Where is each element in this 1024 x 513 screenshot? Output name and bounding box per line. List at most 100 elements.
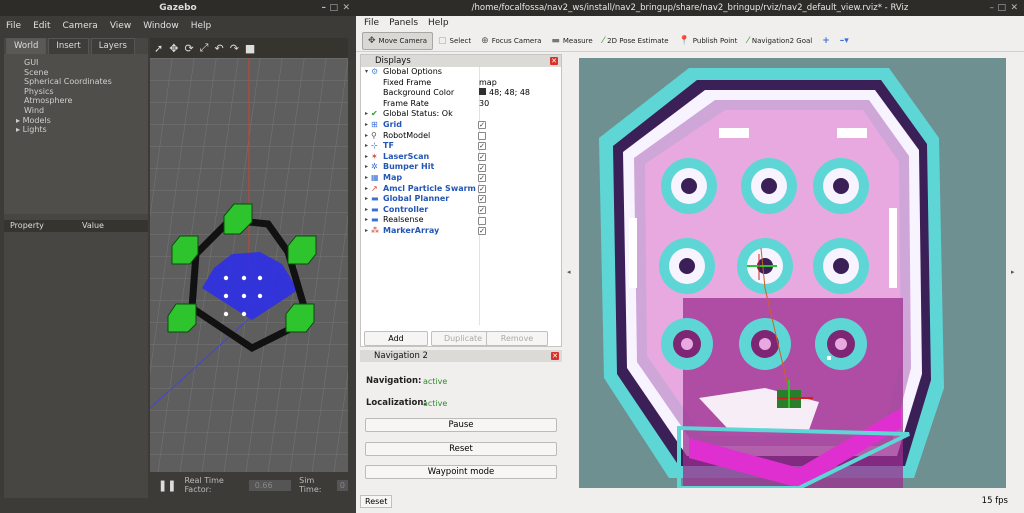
measure-button[interactable]: ▬ Measure [546,32,597,50]
close-icon[interactable]: ✕ [1010,0,1018,16]
remove-tool-button[interactable]: –▾ [835,32,854,50]
close-panel-icon[interactable]: ✕ [550,57,558,65]
expand-arrow-icon[interactable]: ▸ [365,152,368,163]
display-row-bumper-hit[interactable]: ▸ ✲ Bumper Hit ✓ [361,162,561,173]
tree-item-lights[interactable]: ▸ Lights [10,125,148,135]
tree-item-spherical-coordinates[interactable]: Spherical Coordinates [10,77,148,87]
menu-panels[interactable]: Panels [389,16,418,30]
display-checkbox[interactable]: ✓ [478,142,486,151]
fixed-frame-row[interactable]: Fixed Frame map [361,78,561,89]
redo-icon[interactable]: ↷ [230,42,239,55]
minimize-icon[interactable]: – [990,0,995,16]
fixed-frame-value[interactable]: map [479,78,497,89]
background-color-value[interactable]: 48; 48; 48 [479,88,530,99]
menu-camera[interactable]: Camera [63,21,98,31]
rotate-icon[interactable]: ⟳ [184,42,193,55]
collapse-left-icon[interactable]: ◂ [567,268,571,276]
box-shape-icon[interactable]: ■ [245,42,255,55]
minimize-icon[interactable]: – [322,0,327,16]
display-checkbox[interactable]: ✓ [478,195,486,204]
display-checkbox[interactable]: ✓ [478,121,486,130]
tree-item-gui[interactable]: GUI [10,58,148,68]
expand-arrow-icon[interactable]: ▸ [365,226,368,237]
tab-world[interactable]: World [6,38,47,54]
expand-arrow-icon[interactable]: ▸ [365,205,368,216]
frame-rate-value[interactable]: 30 [479,99,489,110]
display-row-map[interactable]: ▸ ▦ Map ✓ [361,173,561,184]
display-row-controller[interactable]: ▸ ▬ Controller ✓ [361,205,561,216]
menu-help[interactable]: Help [191,21,212,31]
expand-arrow-icon[interactable]: ▸ [365,194,368,205]
menu-view[interactable]: View [110,21,131,31]
display-checkbox[interactable]: ✓ [478,184,486,193]
background-color-label: Background Color [383,88,455,98]
pause-button[interactable]: Pause [365,418,557,432]
display-checkbox[interactable]: ✓ [478,227,486,236]
pause-icon[interactable]: ❚❚ [158,479,176,492]
expand-arrow-icon[interactable]: ▸ [365,109,368,120]
display-row-grid[interactable]: ▸ ⊞ Grid ✓ [361,120,561,131]
display-checkbox[interactable] [478,131,486,140]
tree-item-scene[interactable]: Scene [10,68,148,78]
menu-edit[interactable]: Edit [33,21,50,31]
display-row-robotmodel[interactable]: ▸ ⚲ RobotModel [361,131,561,142]
tab-insert[interactable]: Insert [48,38,89,54]
tab-layers[interactable]: Layers [90,38,135,54]
waypoint-mode-button[interactable]: Waypoint mode [365,465,557,479]
display-row-markerarray[interactable]: ▸ ⁂ MarkerArray ✓ [361,226,561,237]
display-row-realsense[interactable]: ▸ ▬ Realsense [361,215,561,226]
publish-point-button[interactable]: 📍 Publish Point [674,32,743,50]
close-icon[interactable]: ✕ [342,0,350,16]
display-checkbox[interactable]: ✓ [478,153,486,162]
menu-help[interactable]: Help [428,16,449,30]
menu-window[interactable]: Window [143,21,179,31]
background-color-row[interactable]: Background Color 48; 48; 48 [361,88,561,99]
expand-arrow-icon[interactable]: ▸ [365,184,368,195]
collapse-right-icon[interactable]: ▸ [1011,268,1015,276]
tree-item-physics[interactable]: Physics [10,87,148,97]
display-checkbox[interactable] [478,216,486,225]
global-status-row[interactable]: ▸ ✔ Global Status: Ok [361,109,561,120]
menu-file[interactable]: File [364,16,379,30]
expand-arrow-icon[interactable]: ▸ [365,141,368,152]
select-arrow-icon[interactable]: ➚ [154,42,163,55]
display-checkbox[interactable]: ✓ [478,163,486,172]
pose-estimate-button[interactable]: ⁄ 2D Pose Estimate [598,32,674,50]
rviz-3d-view[interactable] [579,58,1006,488]
scale-icon[interactable]: ⤢ [200,41,209,55]
collapse-arrow-icon[interactable]: ▾ [365,67,368,78]
display-row-global-planner[interactable]: ▸ ▬ Global Planner ✓ [361,194,561,205]
display-label: Grid [383,120,402,129]
tree-item-models[interactable]: ▸ Models [10,116,148,126]
display-checkbox[interactable]: ✓ [478,174,486,183]
reset-button[interactable]: Reset [360,495,393,508]
menu-file[interactable]: File [6,21,21,31]
focus-camera-button[interactable]: ⊕ Focus Camera [476,32,546,50]
expand-arrow-icon[interactable]: ▸ [365,173,368,184]
gazebo-3d-viewport[interactable]: ➚ ✥ ⟳ ⤢ ↶ ↷ ■ [150,38,348,498]
maximize-icon[interactable]: □ [329,0,338,16]
add-button[interactable]: Add [364,331,428,346]
tree-item-wind[interactable]: Wind [10,106,148,116]
nav-goal-button[interactable]: ⁄ Navigation2 Goal [742,32,817,50]
display-checkbox[interactable]: ✓ [478,206,486,215]
expand-arrow-icon[interactable]: ▸ [365,120,368,131]
expand-arrow-icon[interactable]: ▸ [365,215,368,226]
reset-nav-button[interactable]: Reset [365,442,557,456]
remove-button[interactable]: Remove [486,331,548,346]
display-row-laserscan[interactable]: ▸ ✶ LaserScan ✓ [361,152,561,163]
display-row-amcl-particle-swarm[interactable]: ▸ ↗ Amcl Particle Swarm ✓ [361,184,561,195]
tree-item-atmosphere[interactable]: Atmosphere [10,96,148,106]
frame-rate-row[interactable]: Frame Rate 30 [361,99,561,110]
close-panel-icon[interactable]: ✕ [551,352,559,360]
expand-arrow-icon[interactable]: ▸ [365,131,368,142]
undo-icon[interactable]: ↶ [214,42,223,55]
expand-arrow-icon[interactable]: ▸ [365,162,368,173]
translate-icon[interactable]: ✥ [169,42,178,55]
maximize-icon[interactable]: □ [997,0,1006,16]
move-camera-button[interactable]: ✥ Move Camera [362,31,434,50]
select-button[interactable]: ▢ Select [433,32,476,50]
add-tool-button[interactable]: + [817,32,835,50]
global-options-row[interactable]: ▾ ⚙ Global Options [361,67,561,78]
display-row-tf[interactable]: ▸ ⊹ TF ✓ [361,141,561,152]
